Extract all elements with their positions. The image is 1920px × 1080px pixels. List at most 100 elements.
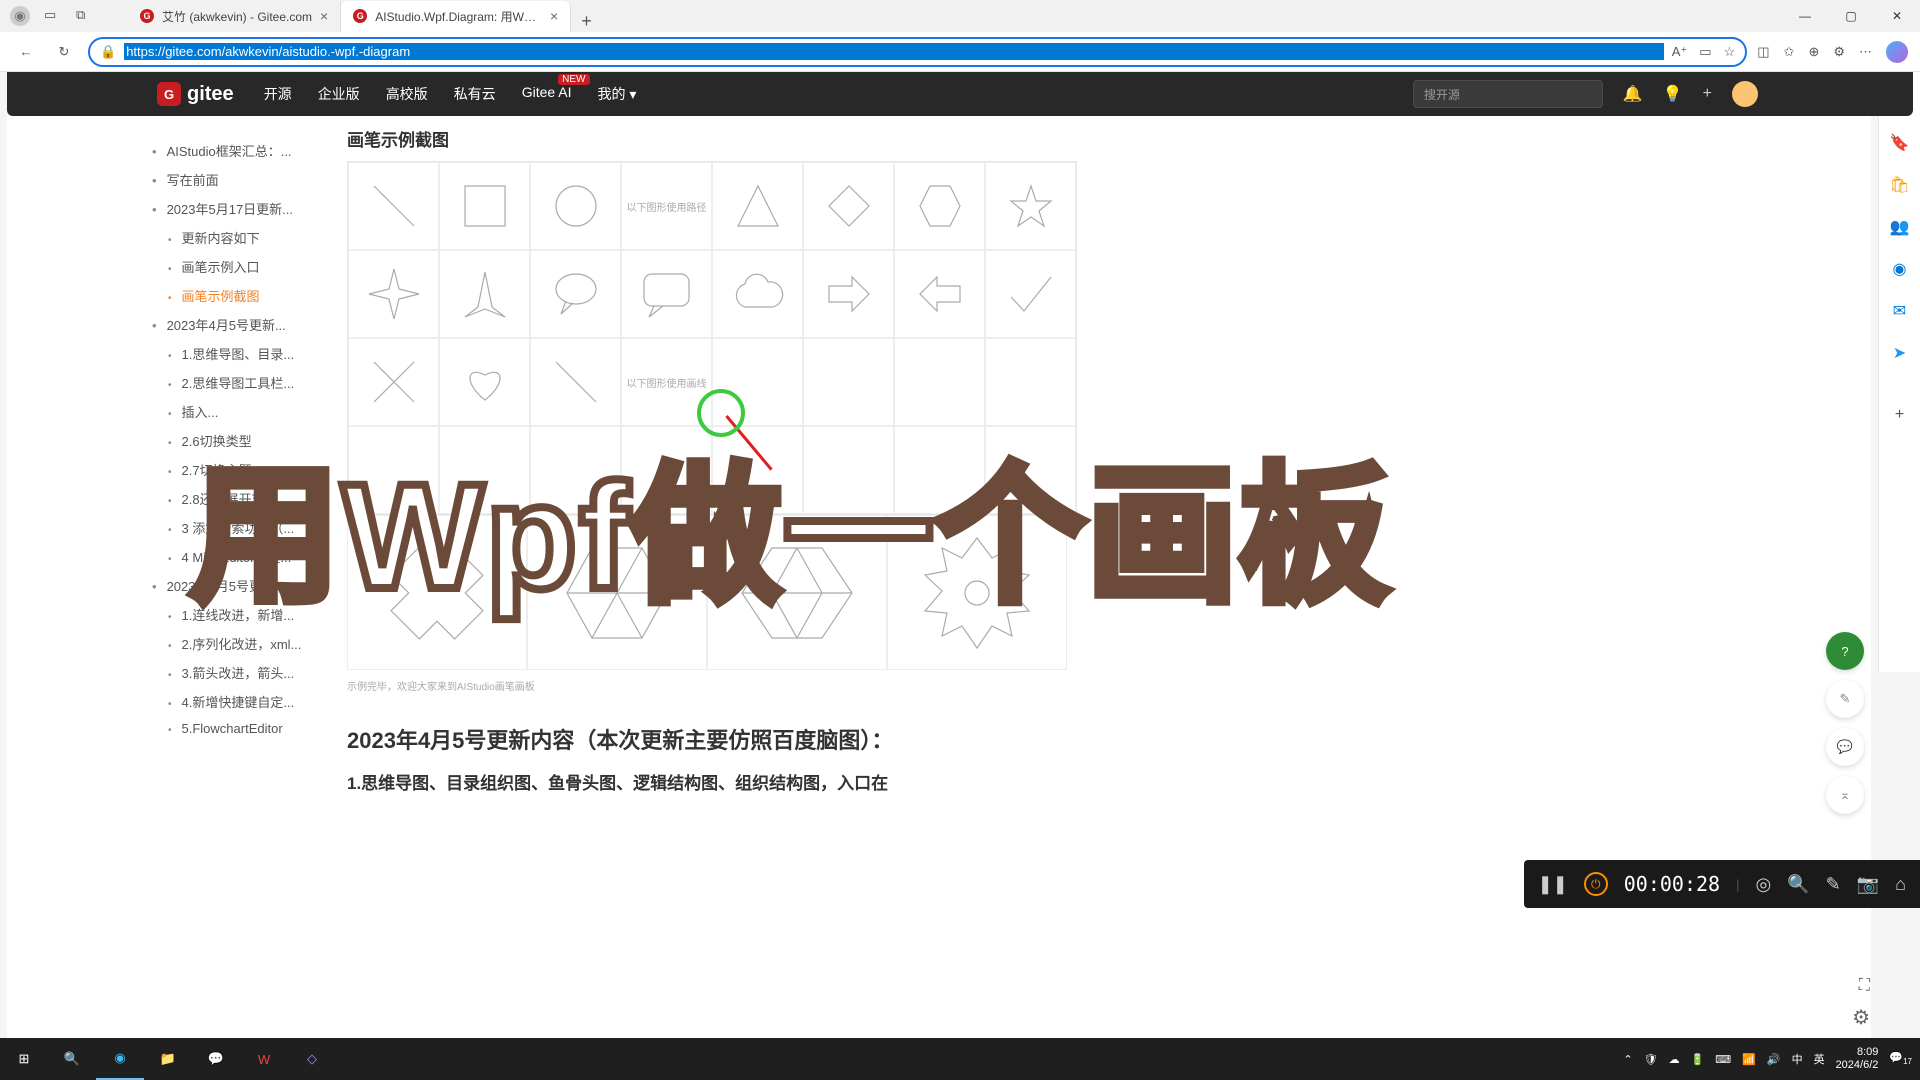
stop-button[interactable]: ⏻ [1584, 872, 1608, 896]
refresh-button[interactable]: ↻ [50, 38, 78, 66]
search-button[interactable]: 🔍 [48, 1038, 96, 1080]
update-subline: 1.思维导图、目录组织图、鱼骨头图、逻辑结构图、组织结构图，入口在 [347, 769, 1841, 794]
wps-app-icon[interactable]: W [240, 1038, 288, 1080]
minimize-button[interactable]: — [1782, 0, 1828, 32]
translate-icon[interactable]: ▭ [1699, 44, 1711, 60]
add-repo-icon[interactable]: + [1703, 85, 1712, 103]
gitee-navbar: G gitee 开源 企业版 高校版 私有云 Gitee AI NEW 我的 ▾… [7, 72, 1913, 116]
edit-button[interactable]: ✎ [1826, 680, 1864, 718]
url-input[interactable]: 🔒 https://gitee.com/akwkevin/aistudio.-w… [88, 37, 1747, 67]
toc-item[interactable]: 画笔示例截图 [152, 281, 317, 310]
gitee-logo-icon: G [157, 82, 181, 106]
nav-private[interactable]: 私有云 [454, 84, 496, 104]
toc-item[interactable]: 2.序列化改进，xml... [152, 629, 317, 658]
toc-item[interactable]: 2023年5月17日更新... [152, 194, 317, 223]
notification-icon[interactable]: 💬17 [1889, 1051, 1912, 1066]
read-aloud-icon[interactable]: A⁺ [1672, 44, 1688, 60]
taskbar-clock[interactable]: 8:09 2024/6/2 [1836, 1046, 1879, 1072]
toc-item[interactable]: AIStudio框架汇总：... [152, 136, 317, 165]
nav-mine[interactable]: 我的 ▾ [598, 84, 637, 104]
start-button[interactable]: ⊞ [0, 1038, 48, 1080]
favorites-icon[interactable]: ✩ [1784, 44, 1795, 60]
nav-enterprise[interactable]: 企业版 [318, 84, 360, 104]
tray-shield-icon[interactable]: 🛡 [1644, 1053, 1658, 1066]
add-icon[interactable]: + [1889, 404, 1911, 426]
toc-item[interactable]: 写在前面 [152, 165, 317, 194]
toc-item[interactable]: 4.新增快捷键自定... [152, 687, 317, 716]
tray-keyboard-icon[interactable]: ⌨ [1715, 1053, 1731, 1066]
gitee-logo-text: gitee [187, 83, 234, 106]
user-avatar[interactable] [1732, 81, 1758, 107]
settings-icon[interactable]: ⚙ [1852, 1005, 1870, 1030]
browser-tab-2[interactable]: G AIStudio.Wpf.Diagram: 用Wpf做... × [341, 1, 571, 32]
edge-sidebar: 🔍 🔖 🛍 👥 ◉ ✉ ➤ + [1878, 72, 1920, 672]
zoom-icon[interactable]: 🔍 [1787, 874, 1809, 895]
profile-icon[interactable]: ◉ [10, 6, 30, 26]
outlook-icon[interactable]: ✉ [1889, 300, 1911, 322]
vs-app-icon[interactable]: ◇ [288, 1038, 336, 1080]
update-heading: 2023年4月5号更新内容（本次更新主要仿照百度脑图）： [347, 723, 1841, 755]
browser-tab-1[interactable]: G 艾竹 (akwkevin) - Gitee.com × [128, 1, 341, 32]
pause-button[interactable]: ❚❚ [1538, 874, 1568, 895]
tag-icon[interactable]: 🔖 [1889, 132, 1911, 154]
help-button[interactable]: ? [1826, 632, 1864, 670]
maximize-button[interactable]: ▢ [1828, 0, 1874, 32]
collections-icon[interactable]: ⊕ [1808, 44, 1819, 60]
nav-ai[interactable]: Gitee AI NEW [522, 84, 572, 104]
tray-cloud-icon[interactable]: ☁ [1669, 1053, 1680, 1066]
bulb-icon[interactable]: 💡 [1663, 84, 1683, 104]
new-tab-button[interactable]: + [571, 11, 602, 32]
tray-battery-icon[interactable]: 🔋 [1691, 1053, 1705, 1066]
tray-wifi-icon[interactable]: 📶 [1742, 1053, 1756, 1066]
nav-opensource[interactable]: 开源 [264, 84, 292, 104]
toc-item[interactable]: 2.思维导图工具栏... [152, 368, 317, 397]
favicon-icon: G [353, 9, 367, 23]
recording-timer: 00:00:28 [1624, 872, 1720, 896]
tray-ime1[interactable]: 中 [1792, 1051, 1803, 1067]
send-icon[interactable]: ➤ [1889, 342, 1911, 364]
copilot-icon[interactable] [1886, 41, 1908, 63]
close-icon[interactable]: × [550, 8, 558, 24]
favorite-icon[interactable]: ☆ [1724, 44, 1736, 60]
tab-actions-icon[interactable]: ⧉ [76, 7, 94, 25]
camera-icon[interactable]: 📷 [1857, 874, 1879, 895]
people-icon[interactable]: 👥 [1889, 216, 1911, 238]
explorer-app-icon[interactable]: 📁 [144, 1038, 192, 1080]
office-icon[interactable]: ◉ [1889, 258, 1911, 280]
new-badge: NEW [558, 74, 589, 85]
address-bar: ← ↻ 🔒 https://gitee.com/akwkevin/aistudi… [0, 32, 1920, 72]
back-button[interactable]: ← [12, 38, 40, 66]
gitee-logo[interactable]: G gitee [157, 82, 234, 106]
toc-item[interactable]: 画笔示例入口 [152, 252, 317, 281]
feedback-button[interactable]: 💬 [1826, 728, 1864, 766]
split-screen-icon[interactable]: ◫ [1757, 44, 1769, 60]
close-icon[interactable]: × [320, 8, 328, 24]
shopping-icon[interactable]: 🛍 [1889, 174, 1911, 196]
toc-item[interactable]: 2023年4月5号更新... [152, 310, 317, 339]
nav-education[interactable]: 高校版 [386, 84, 428, 104]
tab-title: AIStudio.Wpf.Diagram: 用Wpf做... [375, 8, 542, 25]
draw-icon[interactable]: ✎ [1826, 874, 1841, 895]
gitee-search-input[interactable]: 搜开源 [1413, 80, 1603, 108]
section-title: 画笔示例截图 [347, 126, 1841, 151]
browser-tabs: G 艾竹 (akwkevin) - Gitee.com × G AIStudio… [128, 1, 602, 32]
toc-item[interactable]: 1.思维导图、目录... [152, 339, 317, 368]
toc-item[interactable]: 3.箭头改进，箭头... [152, 658, 317, 687]
toc-item[interactable]: 更新内容如下 [152, 223, 317, 252]
workspaces-icon[interactable]: ▭ [44, 7, 62, 25]
close-window-button[interactable]: ✕ [1874, 0, 1920, 32]
favicon-icon: G [140, 9, 154, 23]
target-icon[interactable]: ◎ [1755, 874, 1771, 895]
home-icon[interactable]: ⌂ [1895, 874, 1906, 895]
wechat-app-icon[interactable]: 💬 [192, 1038, 240, 1080]
scroll-top-button[interactable]: ⌅ [1826, 776, 1864, 814]
screenshot-icon[interactable]: ⛶ [1859, 977, 1870, 995]
toc-item[interactable]: 5.FlowchartEditor [152, 716, 317, 741]
more-icon[interactable]: ⋯ [1859, 44, 1872, 60]
tray-volume-icon[interactable]: 🔊 [1767, 1053, 1781, 1066]
extensions-icon[interactable]: ⚙ [1833, 44, 1845, 60]
tray-chevron-icon[interactable]: ⌃ [1623, 1053, 1632, 1066]
notifications-icon[interactable]: 🔔 [1623, 84, 1643, 104]
edge-app-icon[interactable]: ◉ [96, 1038, 144, 1080]
tray-ime2[interactable]: 英 [1814, 1051, 1825, 1067]
